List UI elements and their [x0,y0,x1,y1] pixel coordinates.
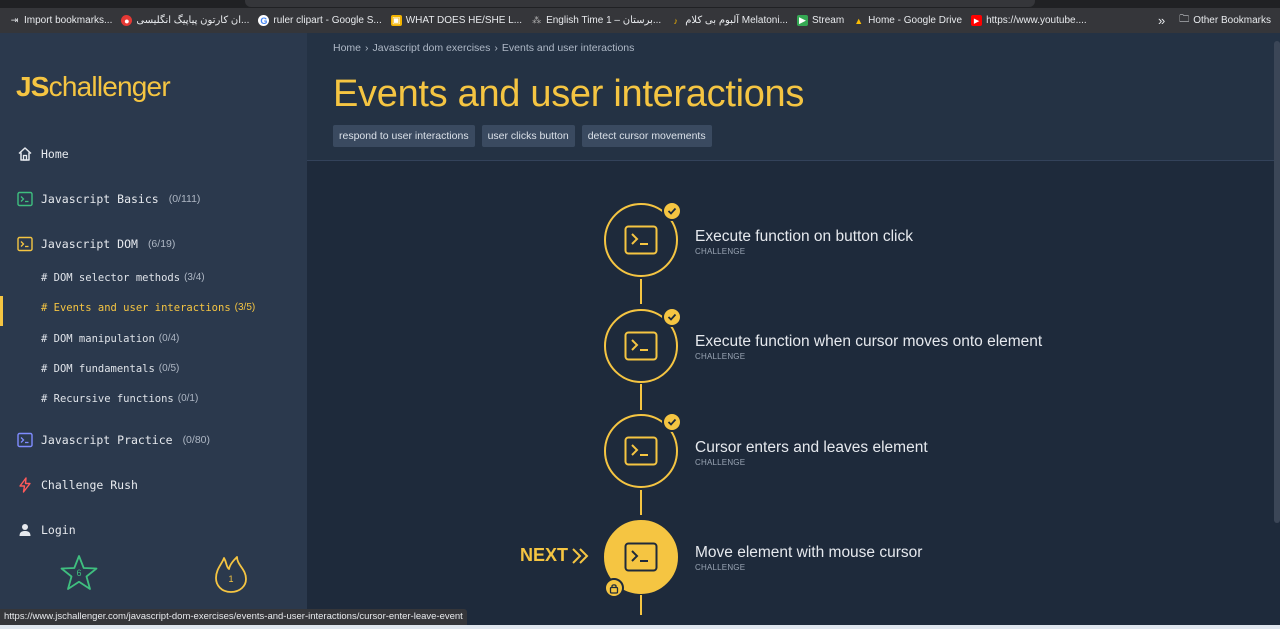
star-count: 6 [76,568,82,578]
red-circle-icon: ● [121,15,133,26]
more-bookmarks-chevron-icon[interactable]: » [1158,13,1165,28]
lightning-icon [17,477,33,493]
challenge-title-1[interactable]: Execute function on button click [695,228,913,246]
challenge-title-3[interactable]: Cursor enters and leaves element [695,439,928,457]
terminal-purple-icon [17,432,33,448]
other-bookmarks[interactable]: 🗀 Other Bookmarks [1179,12,1271,29]
sidebar-subitem-events-and-user-interactions[interactable]: # Events and user interactions (3/5) [41,302,255,314]
main-content: Home › Javascript dom exercises › Events… [307,33,1280,615]
terminal-yellow-icon [17,236,33,252]
sidebar-subitem-dom-fundamentals[interactable]: # DOM fundamentals (0/5) [41,363,179,375]
challenge-type-4: CHALLENGE [695,563,746,572]
fire-badge[interactable]: 1 [212,554,250,594]
tag-detect-cursor-movements[interactable]: detect cursor movements [581,125,712,147]
sidebar-subitem-dom-manipulation[interactable]: # DOM manipulation (0/4) [41,333,179,345]
challenge-node-4[interactable] [604,520,678,598]
terminal-icon [624,331,658,361]
browser-top-strip [0,0,1280,8]
bookmark-stream[interactable]: ▶ Stream [796,15,844,26]
chevron-right-icon: › [365,42,369,54]
link-status-bar: https://www.jschallenger.com/javascript-… [0,609,467,625]
folder-icon: 🗀 [1179,14,1190,25]
audio-icon: ♪ [673,15,678,26]
sidebar-item-javascript-practice[interactable]: Javascript Practice (0/80) [17,432,210,448]
drive-icon: ▲ [854,15,864,26]
star-badge[interactable]: 6 [59,554,99,594]
challenge-type-2: CHALLENGE [695,352,746,361]
terminal-icon [624,436,658,466]
check-icon [662,201,682,221]
challenge-title-2[interactable]: Execute function when cursor moves onto … [695,333,1042,351]
tag-respond-to-user-interactions[interactable]: respond to user interactions [333,125,475,147]
sidebar-item-login[interactable]: Login [17,522,76,538]
double-chevron-right-icon [572,547,589,564]
sidebar-item-home[interactable]: Home [17,146,69,162]
breadcrumb-section[interactable]: Javascript dom exercises [373,42,491,54]
sidebar-item-javascript-basics[interactable]: Javascript Basics (0/111) [17,191,200,207]
breadcrumb: Home › Javascript dom exercises › Events… [333,42,634,54]
topic-tags: respond to user interactions user clicks… [333,125,712,147]
terminal-icon [624,542,658,572]
bookmarks-bar: ⇥ Import bookmarks... ● ان کارتون پیاپیگ ا… [0,8,1280,33]
bookmark-what-does[interactable]: ▣ WHAT DOES HE/SHE L... [390,15,522,26]
challenge-type-1: CHALLENGE [695,247,746,256]
bookmark-youtube[interactable]: ▶ https://www.youtube.... [971,15,1087,26]
challenge-node-2[interactable] [604,307,682,383]
bookmark-ruler[interactable]: Gruler clipart - Google S... [258,15,382,26]
ribbon-icon: ⁂ [532,15,542,25]
lock-icon [604,578,624,598]
home-icon [17,146,33,162]
scrollbar[interactable] [1274,41,1280,523]
check-icon [662,412,682,432]
sidebar-item-challenge-rush[interactable]: Challenge Rush [17,477,138,493]
import-icon: ⇥ [10,15,19,25]
google-icon: G [258,15,270,26]
user-icon [17,522,33,538]
tab-edge [245,0,1035,7]
sidebar: JSchallenger Home Javascript Basics (0/11… [0,33,307,609]
timeline-connector [640,279,642,304]
bookmark-drive[interactable]: ▲ Home - Google Drive [853,15,962,26]
page-title: Events and user interactions [333,73,805,115]
timeline-connector [640,490,642,515]
breadcrumb-home[interactable]: Home [333,42,361,54]
page-header: Home › Javascript dom exercises › Events… [307,33,1280,161]
tag-user-clicks-button[interactable]: user clicks button [481,125,575,147]
check-icon [662,307,682,327]
active-indicator [0,296,3,326]
terminal-icon [624,225,658,255]
sidebar-item-javascript-dom[interactable]: Javascript DOM (6/19) [17,236,175,252]
timeline-connector [640,595,642,615]
challenge-node-1[interactable] [604,201,682,277]
yellow-square-icon: ▣ [390,15,402,26]
challenge-node-3[interactable] [604,412,682,488]
bookmark-cartoon[interactable]: ● ان کارتون پیاپیگ انگلیسی... [121,15,249,26]
sidebar-subitem-recursive-functions[interactable]: # Recursive functions (0/1) [41,393,198,405]
stream-icon: ▶ [796,15,808,26]
bookmark-album[interactable]: ♪ آلبوم بی کلام Melatoni... [670,15,787,26]
bookmark-import[interactable]: ⇥ Import bookmarks... [9,15,113,26]
bookmark-english-time[interactable]: ⁂ English Time 1 – برستان... [531,15,661,26]
challenge-type-3: CHALLENGE [695,458,746,467]
challenge-title-4[interactable]: Move element with mouse cursor [695,544,922,562]
chevron-right-icon: › [494,42,498,54]
breadcrumb-current[interactable]: Events and user interactions [502,42,635,54]
sidebar-subitem-dom-selector-methods[interactable]: # DOM selector methods (3/4) [41,272,205,284]
timeline-connector [640,384,642,410]
youtube-icon: ▶ [971,15,983,26]
logo[interactable]: JSchallenger [16,71,171,103]
next-indicator: NEXT [520,545,590,566]
bottom-strip [0,625,1280,629]
terminal-green-icon [17,191,33,207]
fire-count: 1 [228,574,234,584]
